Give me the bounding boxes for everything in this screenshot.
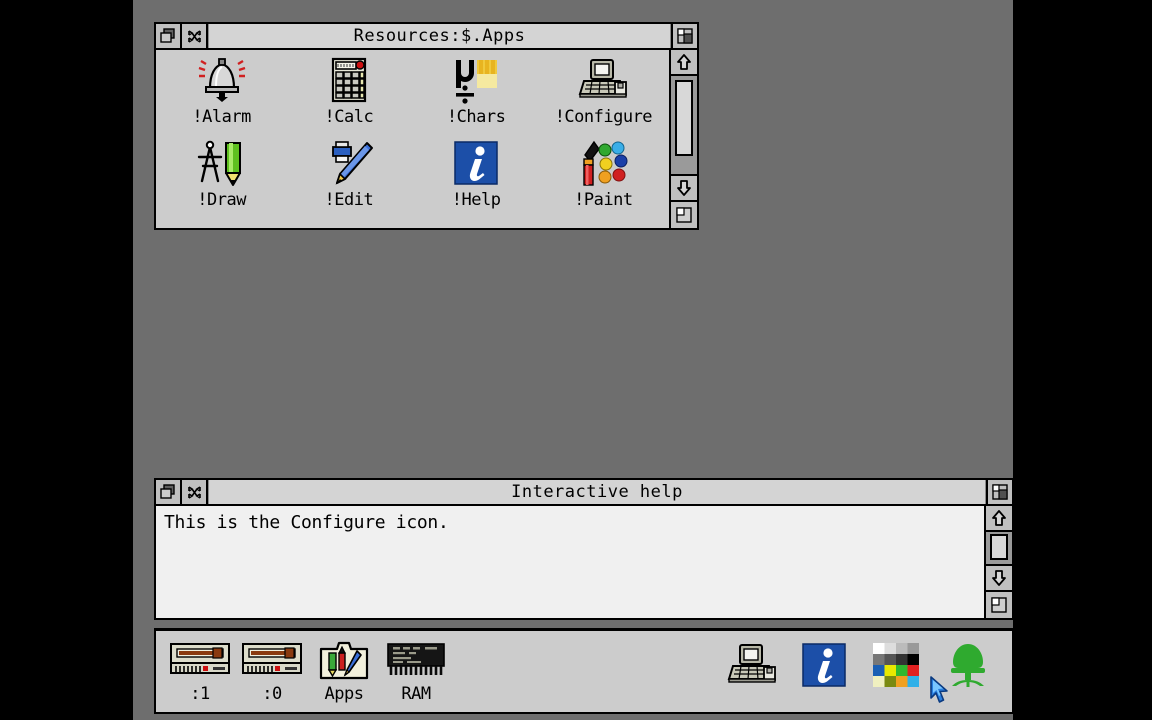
file-icon-edit[interactable]: !Edit bbox=[285, 137, 412, 220]
file-label: !Help bbox=[451, 190, 501, 210]
file-icon-draw[interactable]: !Draw bbox=[158, 137, 285, 220]
icon-bar-label: RAM bbox=[401, 684, 431, 704]
icon-bar-label: :0 bbox=[262, 684, 282, 704]
toggle-size-icon[interactable] bbox=[671, 24, 697, 48]
down-arrow-icon[interactable] bbox=[986, 566, 1012, 592]
up-arrow-icon[interactable] bbox=[986, 506, 1012, 532]
down-arrow-icon[interactable] bbox=[671, 176, 697, 202]
floppy-drive-icon bbox=[169, 637, 231, 683]
help-info-icon bbox=[453, 137, 499, 189]
palette-icon bbox=[873, 637, 919, 693]
file-label: !Paint bbox=[574, 190, 633, 210]
help-scroll-thumb[interactable] bbox=[990, 534, 1008, 560]
apps-scroll-track[interactable] bbox=[671, 76, 697, 176]
file-label: !Calc bbox=[324, 107, 374, 127]
apps-folder-icon bbox=[318, 637, 370, 683]
toggle-size-icon[interactable] bbox=[986, 480, 1012, 504]
configure-computer-icon bbox=[576, 54, 630, 106]
help-window-titlebar[interactable]: Interactive help bbox=[156, 480, 1012, 506]
apps-window-scrollbar[interactable] bbox=[669, 50, 697, 228]
risc-os-desktop[interactable]: Resources:$.Apps !Alarm !Calc !Chars !Co… bbox=[133, 0, 1014, 720]
icon-bar-item-drive-0[interactable]: :0 bbox=[236, 631, 308, 704]
apps-window-title: Resources:$.Apps bbox=[208, 24, 671, 48]
help-window-title: Interactive help bbox=[208, 480, 986, 504]
apps-window-titlebar[interactable]: Resources:$.Apps bbox=[156, 24, 697, 50]
help-info-icon bbox=[801, 637, 847, 693]
icon-bar-label: :1 bbox=[190, 684, 210, 704]
help-window-scrollbar[interactable] bbox=[984, 506, 1012, 618]
icon-bar-item-apps[interactable]: Apps bbox=[308, 631, 380, 704]
resize-icon[interactable] bbox=[671, 202, 697, 228]
help-window-body: This is the Configure icon. bbox=[156, 506, 984, 618]
file-label: !Draw bbox=[197, 190, 246, 210]
file-icon-chars[interactable]: !Chars bbox=[413, 54, 540, 137]
icon-bar-item-drive-1[interactable]: :1 bbox=[164, 631, 236, 704]
icon-bar-left-group: :1:0 Apps RAM bbox=[164, 631, 452, 712]
icon-bar-item-ram[interactable]: RAM bbox=[380, 631, 452, 704]
apps-icon-grid: !Alarm !Calc !Chars !Configure !Draw !Ed… bbox=[156, 50, 669, 220]
alarm-bell-icon bbox=[196, 54, 248, 106]
icon-bar-item-configure[interactable] bbox=[716, 631, 788, 693]
apps-filer-window[interactable]: Resources:$.Apps !Alarm !Calc !Chars !Co… bbox=[154, 22, 699, 230]
icon-bar-item-acorn[interactable] bbox=[932, 631, 1004, 693]
file-label: !Edit bbox=[324, 190, 374, 210]
file-label: !Alarm bbox=[192, 107, 251, 127]
back-icon[interactable] bbox=[156, 480, 182, 504]
interactive-help-window[interactable]: Interactive help This is the Configure i… bbox=[154, 478, 1014, 620]
file-icon-help[interactable]: !Help bbox=[413, 137, 540, 220]
file-label: !Chars bbox=[446, 107, 506, 127]
floppy-drive-icon bbox=[241, 637, 303, 683]
icon-bar-item-help[interactable] bbox=[788, 631, 860, 693]
screen: Resources:$.Apps !Alarm !Calc !Chars !Co… bbox=[0, 0, 1152, 720]
icon-bar-right-group bbox=[716, 631, 1004, 712]
paint-brush-palette-icon bbox=[576, 137, 630, 189]
help-text: This is the Configure icon. bbox=[164, 512, 449, 533]
close-icon[interactable] bbox=[182, 24, 208, 48]
apps-window-canvas[interactable]: !Alarm !Calc !Chars !Configure !Draw !Ed… bbox=[156, 50, 669, 228]
file-label: !Configure bbox=[554, 107, 653, 127]
draw-compass-pencil-icon bbox=[196, 137, 248, 189]
ram-chip-icon bbox=[385, 637, 447, 683]
calculator-icon bbox=[325, 54, 373, 106]
file-icon-configure[interactable]: !Configure bbox=[540, 54, 667, 137]
file-icon-calc[interactable]: !Calc bbox=[285, 54, 412, 137]
up-arrow-icon[interactable] bbox=[671, 50, 697, 76]
back-icon[interactable] bbox=[156, 24, 182, 48]
file-icon-alarm[interactable]: !Alarm bbox=[158, 54, 285, 137]
icon-bar[interactable]: :1:0 Apps RAM bbox=[154, 628, 1014, 714]
configure-computer-icon bbox=[725, 637, 779, 693]
apps-scroll-thumb[interactable] bbox=[675, 80, 693, 156]
close-icon[interactable] bbox=[182, 480, 208, 504]
acorn-logo-icon bbox=[944, 637, 992, 693]
file-icon-paint[interactable]: !Paint bbox=[540, 137, 667, 220]
icon-bar-item-palette[interactable] bbox=[860, 631, 932, 693]
icon-bar-label: Apps bbox=[324, 684, 364, 704]
resize-icon[interactable] bbox=[986, 592, 1012, 618]
edit-pen-printer-icon bbox=[323, 137, 375, 189]
characters-icon bbox=[450, 54, 502, 106]
help-scroll-track[interactable] bbox=[986, 532, 1012, 566]
